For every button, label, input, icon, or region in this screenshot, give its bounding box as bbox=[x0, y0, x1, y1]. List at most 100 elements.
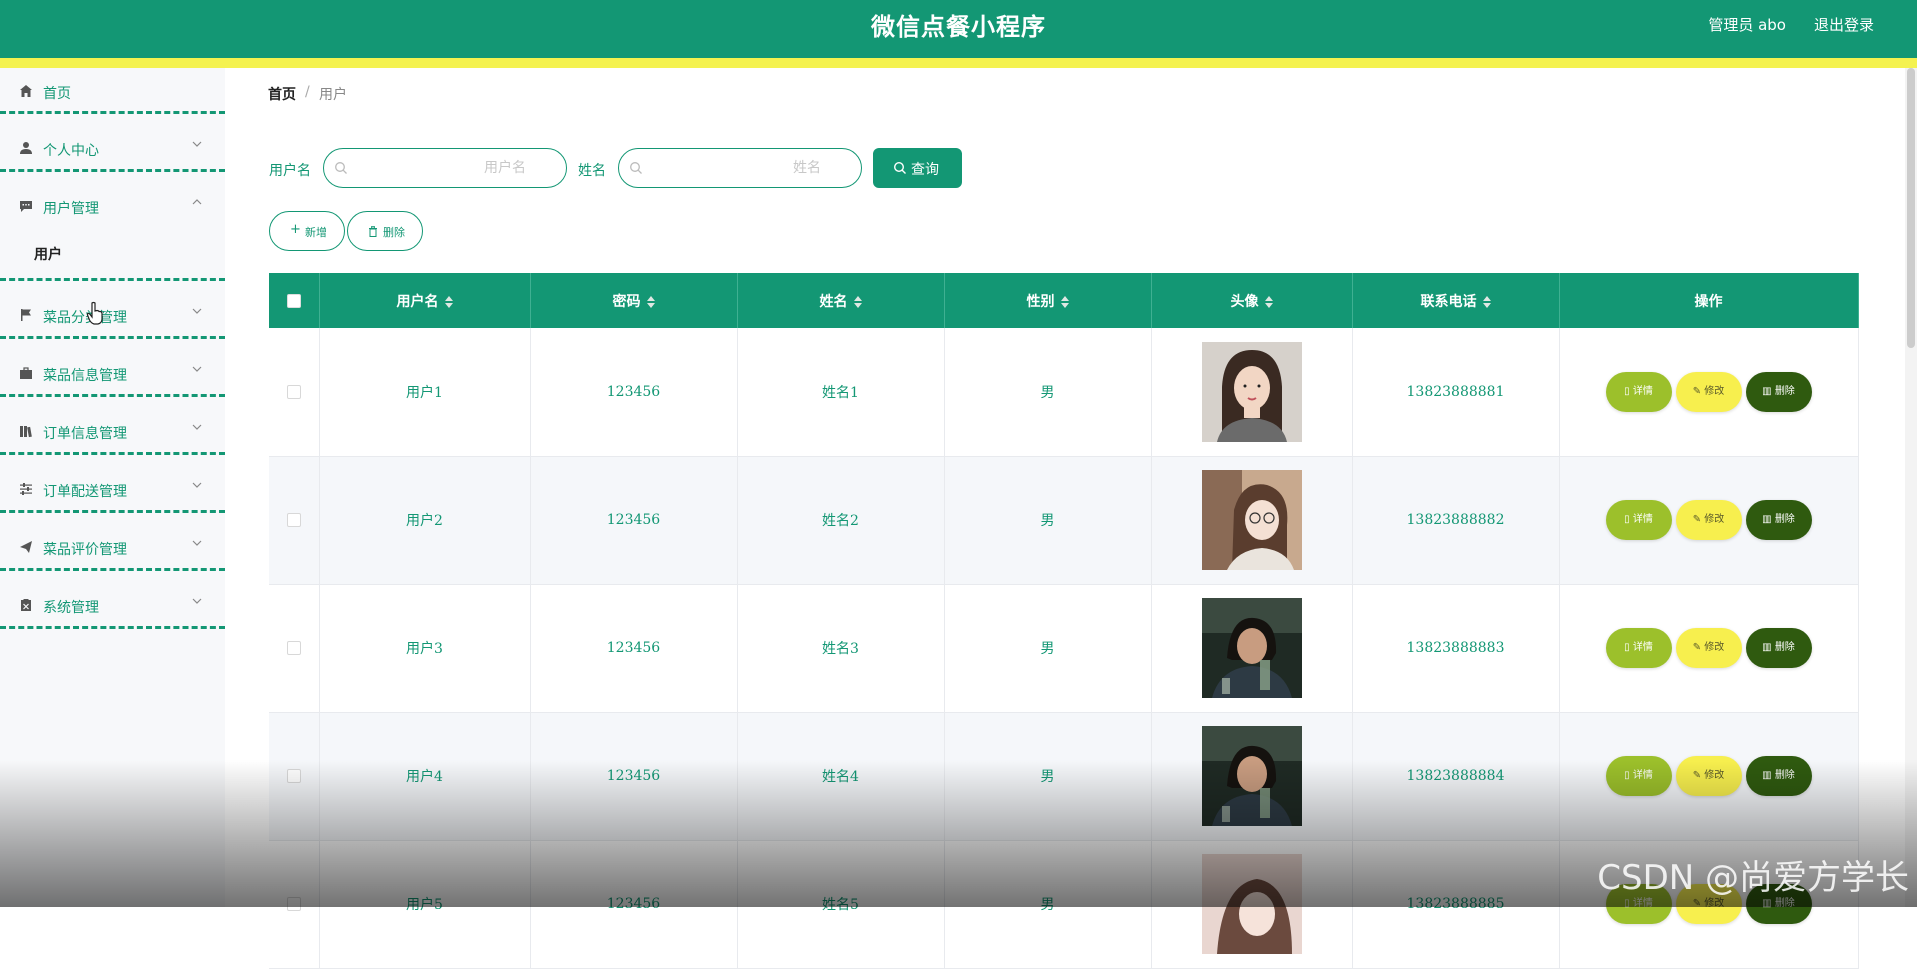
column-header[interactable]: 姓名 bbox=[737, 273, 945, 328]
delete-button[interactable]: ▥ 删除 bbox=[1745, 500, 1812, 540]
sidebar-item-user-management[interactable]: 用户管理 bbox=[0, 183, 225, 239]
table-row: 用户1 123456 姓名1 男 13823888881 ▯ 详情 ✎ 修改 ▥ 删… bbox=[269, 328, 1859, 457]
name-search-field[interactable] bbox=[618, 148, 862, 188]
username-cell: 用户4 bbox=[319, 712, 531, 841]
add-button-label: 新增 bbox=[305, 226, 327, 239]
gender-cell: 男 bbox=[944, 456, 1152, 585]
add-button[interactable]: + 新增 bbox=[269, 211, 345, 251]
detail-button[interactable]: ▯ 详情 bbox=[1605, 628, 1672, 668]
detail-button-label: 详情 bbox=[1632, 642, 1653, 653]
avatar-cell bbox=[1151, 584, 1353, 713]
sort-icon[interactable] bbox=[444, 295, 453, 308]
sidebar-item-label: 订单信息管理 bbox=[43, 426, 127, 442]
row-checkbox[interactable] bbox=[286, 384, 301, 399]
table-header-row: 用户名 密码 姓名 性别 头像 联系电话 操作 bbox=[269, 273, 1859, 328]
sidebar-item-label: 订单配送管理 bbox=[43, 484, 127, 500]
delete-button-label: 删除 bbox=[1774, 770, 1795, 781]
sort-icon[interactable] bbox=[646, 295, 655, 308]
delete-button-label: 删除 bbox=[1774, 385, 1795, 397]
row-checkbox[interactable] bbox=[286, 769, 301, 783]
sidebar-subitem-users[interactable]: 用户 bbox=[34, 244, 62, 264]
edit-button-label: 修改 bbox=[1704, 898, 1725, 909]
edit-button[interactable]: ✎ 修改 bbox=[1675, 756, 1742, 796]
breadcrumb-separator: / bbox=[305, 84, 310, 100]
column-header[interactable]: 密码 bbox=[530, 273, 738, 328]
delete-button[interactable]: ▥ 删除 bbox=[1745, 371, 1812, 412]
search-icon bbox=[630, 162, 642, 174]
chevron-down-icon bbox=[192, 366, 202, 372]
sidebar-divider bbox=[0, 568, 225, 571]
name-cell: 姓名2 bbox=[737, 456, 945, 585]
avatar[interactable] bbox=[1201, 598, 1302, 698]
sort-icon[interactable] bbox=[1264, 295, 1273, 308]
breadcrumb-current: 用户 bbox=[319, 87, 347, 103]
chevron-down-icon bbox=[192, 598, 202, 604]
name-filter-label: 姓名 bbox=[578, 163, 606, 179]
sidebar-item-dish-review[interactable]: 菜品评价管理 bbox=[0, 524, 225, 580]
username-search-field[interactable] bbox=[323, 148, 567, 188]
column-header: 操作 bbox=[1559, 273, 1859, 328]
admin-user-label: 管理员 abo bbox=[1708, 16, 1786, 34]
chevron-down-icon bbox=[192, 424, 202, 430]
detail-button[interactable]: ▯ 详情 bbox=[1605, 500, 1672, 540]
column-header[interactable]: 用户名 bbox=[319, 273, 531, 328]
edit-button[interactable]: ✎ 修改 bbox=[1675, 628, 1742, 668]
sort-icon[interactable] bbox=[1482, 295, 1491, 308]
chevron-down-icon bbox=[192, 540, 202, 546]
name-cell: 姓名3 bbox=[737, 584, 945, 713]
sidebar-item-dish-category[interactable]: 菜品分类管理 bbox=[0, 292, 225, 348]
row-checkbox[interactable] bbox=[286, 641, 301, 655]
select-all-checkbox[interactable] bbox=[286, 293, 301, 308]
detail-button[interactable]: ▯ 详情 bbox=[1605, 756, 1672, 796]
phone-cell: 13823888881 bbox=[1352, 328, 1560, 457]
sidebar-item-system[interactable]: 系统管理 bbox=[0, 582, 225, 638]
column-header[interactable]: 联系电话 bbox=[1352, 273, 1560, 328]
avatar[interactable] bbox=[1201, 470, 1302, 570]
username-filter-label: 用户名 bbox=[269, 163, 311, 179]
edit-button[interactable]: ✎ 修改 bbox=[1675, 371, 1742, 412]
column-header-label: 头像 bbox=[1230, 293, 1259, 310]
edit-button-label: 修改 bbox=[1704, 642, 1725, 653]
batch-delete-button[interactable]: 删除 bbox=[347, 211, 423, 251]
column-header[interactable]: 性别 bbox=[944, 273, 1152, 328]
avatar[interactable] bbox=[1201, 341, 1302, 442]
chevron-up-icon bbox=[192, 199, 202, 205]
sidebar-divider bbox=[0, 111, 225, 114]
delete-button[interactable]: ▥ 删除 bbox=[1745, 628, 1812, 668]
sidebar-item-order-delivery[interactable]: 订单配送管理 bbox=[0, 466, 225, 522]
column-header[interactable]: 头像 bbox=[1151, 273, 1353, 328]
name-search-input[interactable] bbox=[651, 157, 851, 179]
sidebar-item-label: 系统管理 bbox=[43, 600, 99, 616]
logout-link[interactable]: 退出登录 bbox=[1814, 14, 1874, 35]
avatar[interactable] bbox=[1201, 726, 1302, 826]
sidebar-item-home[interactable]: 首页 bbox=[0, 68, 225, 124]
username-search-input[interactable] bbox=[356, 157, 556, 179]
avatar[interactable] bbox=[1201, 854, 1302, 954]
sidebar-item-dish-info[interactable]: 菜品信息管理 bbox=[0, 350, 225, 406]
delete-button-label: 删除 bbox=[1774, 898, 1795, 909]
delete-button[interactable]: ▥ 删除 bbox=[1745, 756, 1812, 796]
detail-button[interactable]: ▯ 详情 bbox=[1605, 371, 1672, 412]
query-button[interactable]: 查询 bbox=[873, 148, 962, 188]
chat-icon bbox=[20, 201, 32, 212]
sidebar-item-personal-center[interactable]: 个人中心 bbox=[0, 125, 225, 181]
row-select-cell bbox=[269, 584, 320, 713]
sidebar-item-order-info[interactable]: 订单信息管理 bbox=[0, 408, 225, 464]
chevron-down-icon bbox=[192, 482, 202, 488]
sidebar-item-label: 菜品分类管理 bbox=[43, 310, 127, 326]
detail-button-label: 详情 bbox=[1632, 514, 1653, 525]
row-checkbox[interactable] bbox=[286, 513, 301, 527]
table-row: 用户2 123456 姓名2 男 13823888882 ▯ 详情 ✎ 修改 ▥ 删… bbox=[269, 456, 1859, 585]
password-cell: 123456 bbox=[530, 328, 738, 457]
row-checkbox[interactable] bbox=[286, 897, 301, 911]
name-cell: 姓名1 bbox=[737, 328, 945, 457]
sidebar-divider bbox=[0, 394, 225, 397]
chevron-down-icon bbox=[192, 308, 202, 314]
sort-icon[interactable] bbox=[853, 295, 862, 308]
edit-button[interactable]: ✎ 修改 bbox=[1675, 500, 1742, 540]
avatar-cell bbox=[1151, 712, 1353, 841]
sort-icon[interactable] bbox=[1060, 295, 1069, 308]
breadcrumb-home[interactable]: 首页 bbox=[268, 84, 296, 104]
row-select-cell bbox=[269, 328, 320, 457]
scrollbar-thumb[interactable] bbox=[1907, 68, 1915, 348]
